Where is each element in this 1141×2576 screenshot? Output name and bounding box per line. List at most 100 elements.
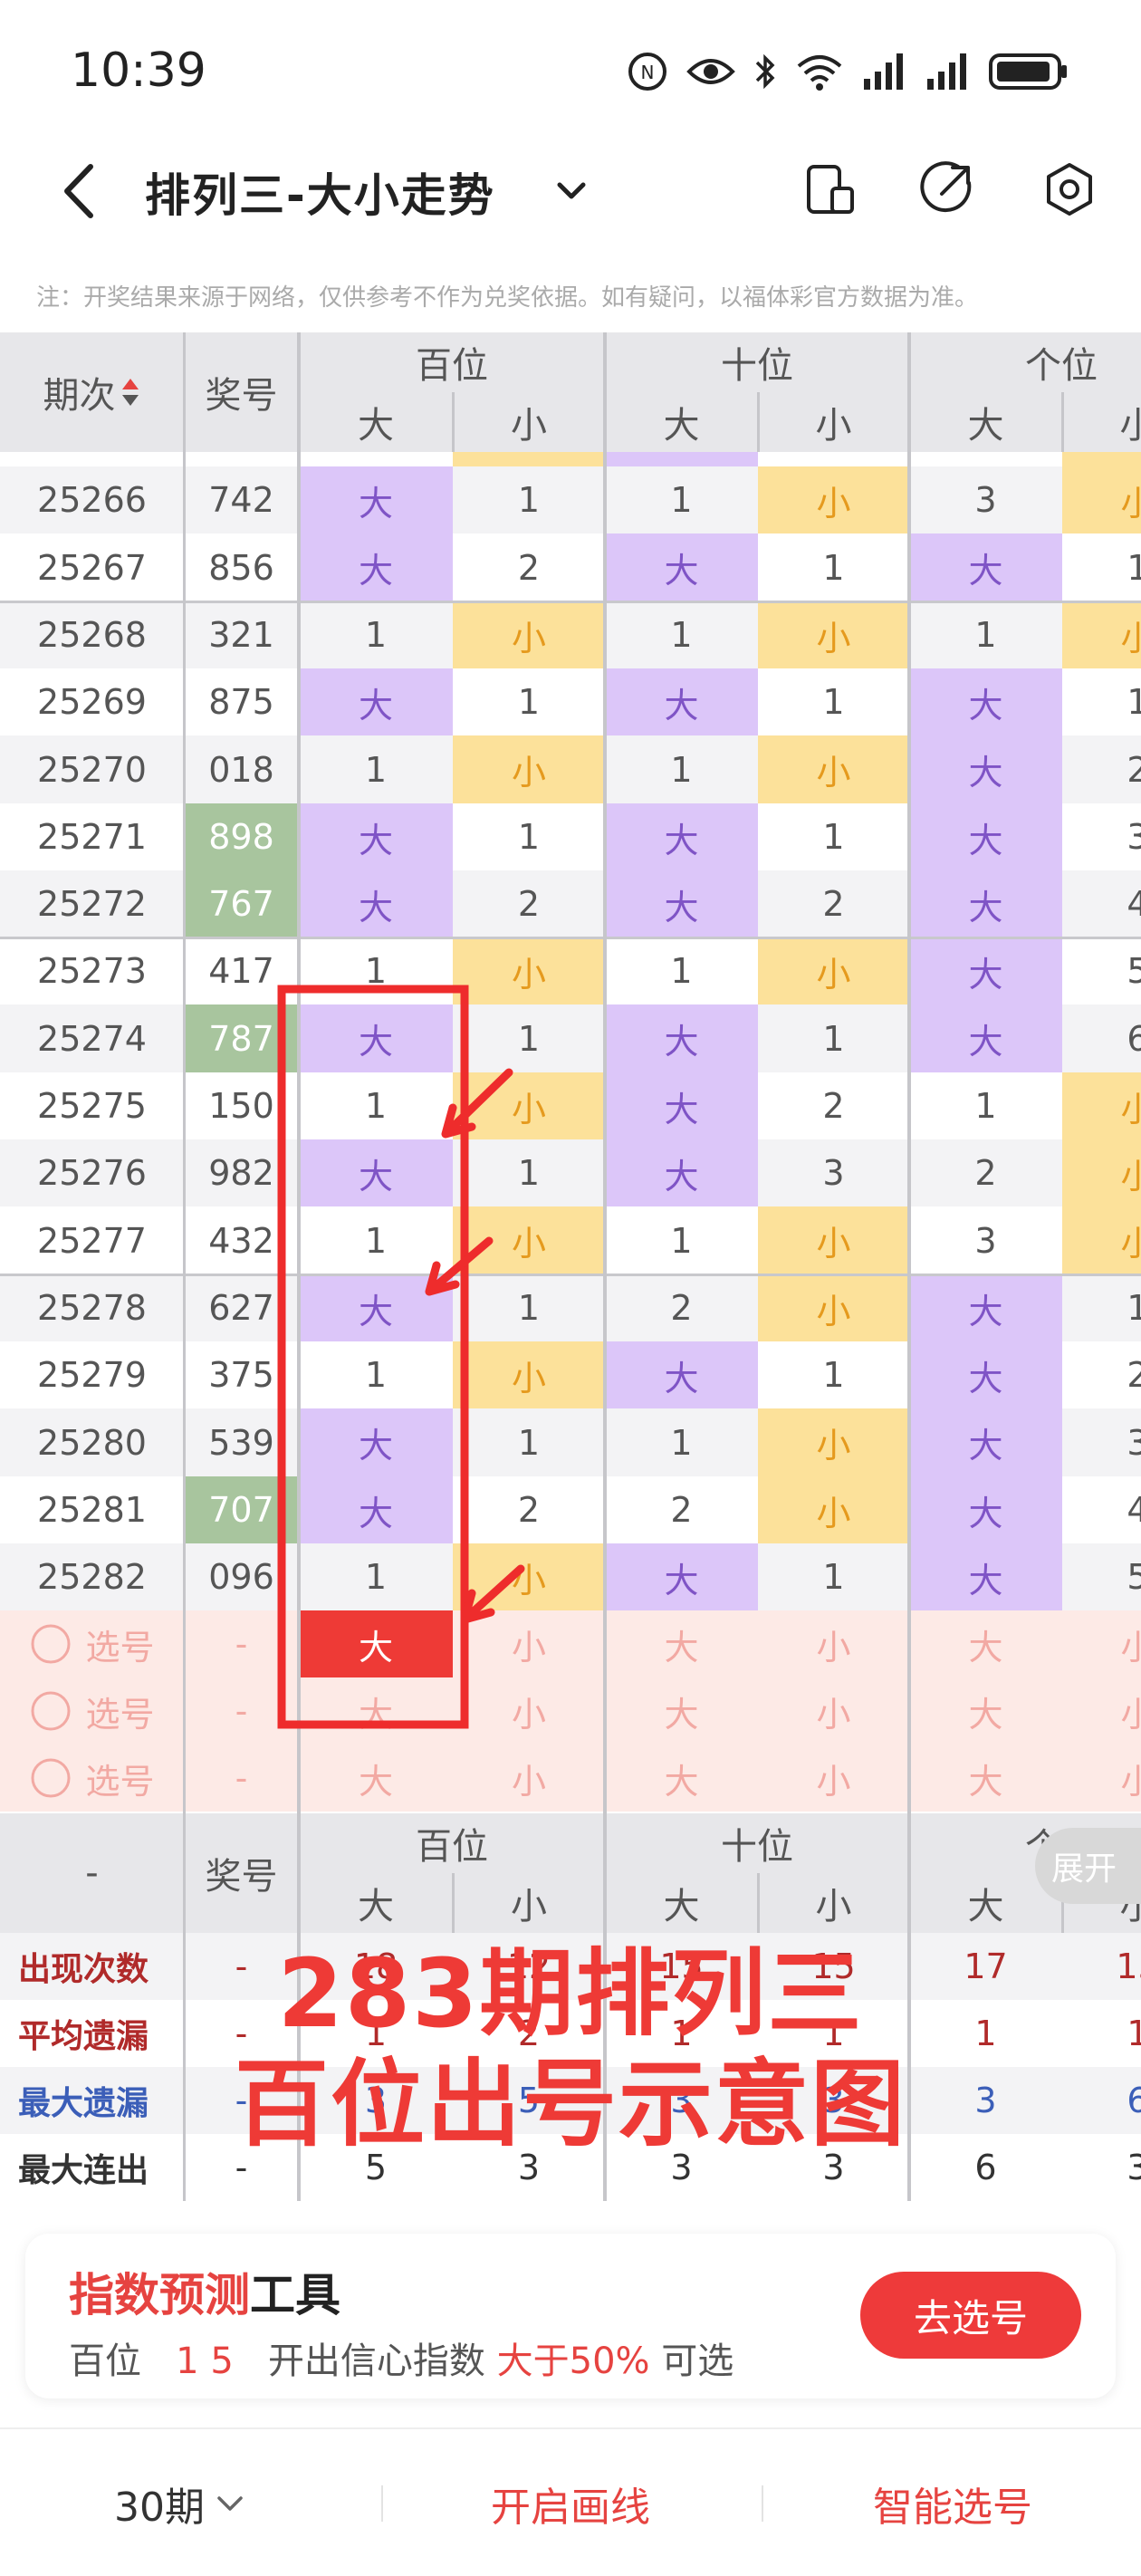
select-option-cell[interactable]: 大 [605, 1745, 758, 1812]
card-sub-numbers: 1 5 [176, 2341, 234, 2382]
select-option-cell[interactable]: 小 [758, 1745, 909, 1812]
signal-icon-2 [927, 53, 966, 90]
select-row-toggle[interactable]: 选号 [0, 1677, 184, 1745]
draw-lines-button[interactable]: 开启画线 [426, 2429, 715, 2576]
select-option-cell[interactable]: 小 [1062, 1677, 1141, 1745]
small-header: 小 [1062, 392, 1141, 452]
back-icon[interactable] [54, 159, 109, 223]
period-selector-label: 30期 [114, 2485, 205, 2531]
period-selector[interactable]: 30期 [91, 2429, 272, 2576]
small-trend-cell: 小 [1062, 1139, 1141, 1206]
phone-mode-icon[interactable] [801, 159, 860, 219]
period-cell: 25273 [0, 937, 184, 1004]
big-trend-cell: 大 [605, 803, 758, 870]
small-trend-cell: 小 [453, 735, 605, 803]
chevron-down-icon [217, 2496, 243, 2511]
big-header: 大 [299, 392, 453, 452]
select-option-cell[interactable]: 小 [758, 1677, 909, 1745]
period-cell: 25279 [0, 1341, 184, 1408]
partial-row-cell [299, 452, 453, 466]
small-trend-cell: 小 [1062, 1206, 1141, 1274]
page-title[interactable]: 排列三-大小走势 [145, 159, 495, 225]
select-option-cell[interactable]: 小 [1062, 1745, 1141, 1812]
partial-row-cell [1062, 452, 1141, 466]
period-column-header[interactable]: 期次 [0, 332, 184, 452]
select-dash: - [184, 1677, 299, 1745]
selected-big-cell[interactable]: 大 [299, 1610, 453, 1677]
select-option-cell[interactable]: 小 [453, 1610, 605, 1677]
period-cell: 25266 [0, 466, 184, 533]
card-sub-end: 可选 [661, 2341, 734, 2382]
select-option-cell[interactable]: 大 [299, 1677, 453, 1745]
period-cell: 25274 [0, 1004, 184, 1072]
share-icon[interactable] [916, 159, 976, 219]
stats-small-header: 小 [758, 1873, 909, 1933]
select-option-cell[interactable]: 大 [909, 1610, 1062, 1677]
stats-big-header: 大 [605, 1873, 758, 1933]
column-divider [757, 392, 760, 452]
select-option-cell[interactable]: 大 [605, 1677, 758, 1745]
position-header: 个位 [909, 332, 1141, 392]
big-trend-cell: 大 [909, 533, 1062, 601]
position-header: 十位 [605, 332, 909, 392]
small-trend-cell: 小 [1062, 1072, 1141, 1139]
small-trend-cell: 1 [453, 466, 605, 533]
expand-button[interactable]: 展开 [1035, 1828, 1141, 1904]
stats-position-header: 十位 [605, 1813, 909, 1873]
small-trend-cell: 小 [758, 1476, 909, 1543]
big-trend-cell: 大 [605, 668, 758, 735]
select-option-cell[interactable]: 小 [453, 1745, 605, 1812]
big-trend-cell: 1 [299, 601, 453, 668]
stats-dash-header: - [0, 1813, 184, 1933]
select-option-cell[interactable]: 大 [909, 1745, 1062, 1812]
small-trend-cell: 小 [453, 601, 605, 668]
period-cell: 25271 [0, 803, 184, 870]
select-option-cell[interactable]: 小 [453, 1677, 605, 1745]
bottom-toolbar: 30期 开启画线 智能选号 [0, 2427, 1141, 2576]
select-option-cell[interactable]: 小 [1062, 1610, 1141, 1677]
partial-row-cell [758, 452, 909, 466]
card-title: 指数预测工具 [69, 2259, 340, 2324]
small-trend-cell: 1 [1062, 1274, 1141, 1341]
big-trend-cell: 1 [605, 1206, 758, 1274]
big-trend-cell: 大 [299, 1004, 453, 1072]
small-trend-cell: 2 [1062, 735, 1141, 803]
big-trend-cell: 1 [299, 937, 453, 1004]
small-trend-cell: 1 [453, 1408, 605, 1476]
number-cell: 742 [184, 466, 299, 533]
smart-select-button[interactable]: 智能选号 [808, 2429, 1098, 2576]
small-header: 小 [758, 392, 909, 452]
settings-icon[interactable] [1040, 159, 1099, 219]
period-cell: 25275 [0, 1072, 184, 1139]
select-dash: - [184, 1745, 299, 1812]
select-row-toggle[interactable]: 选号 [0, 1610, 184, 1677]
annotation-overlay: 283期排列三 百位出号示意图 [0, 1938, 1141, 2159]
data-icon: N [628, 53, 666, 91]
big-trend-cell: 大 [605, 1341, 758, 1408]
small-trend-cell: 1 [758, 668, 909, 735]
select-option-cell[interactable]: 大 [299, 1745, 453, 1812]
status-icons: N [627, 47, 1069, 96]
row-divider [0, 937, 1141, 939]
small-trend-cell: 小 [453, 937, 605, 1004]
small-trend-cell: 2 [758, 870, 909, 937]
annotation-line-1: 283期排列三 [277, 1938, 864, 2049]
select-row-toggle[interactable]: 选号 [0, 1745, 184, 1812]
small-trend-cell: 小 [758, 735, 909, 803]
select-option-cell[interactable]: 大 [909, 1677, 1062, 1745]
small-trend-cell: 小 [758, 1206, 909, 1274]
chevron-down-icon[interactable] [549, 168, 594, 214]
select-option-cell[interactable]: 大 [605, 1610, 758, 1677]
small-trend-cell: 1 [453, 803, 605, 870]
column-divider [452, 392, 455, 452]
small-trend-cell: 小 [453, 1543, 605, 1610]
select-option-cell[interactable]: 小 [758, 1610, 909, 1677]
period-header-label: 期次 [43, 375, 116, 417]
go-select-button[interactable]: 去选号 [860, 2272, 1081, 2359]
number-cell: 767 [184, 870, 299, 937]
big-trend-cell: 1 [605, 466, 758, 533]
sort-icon [121, 379, 139, 406]
app-header: 排列三-大小走势 [0, 136, 1141, 245]
small-trend-cell: 小 [1062, 466, 1141, 533]
big-header: 大 [605, 392, 758, 452]
